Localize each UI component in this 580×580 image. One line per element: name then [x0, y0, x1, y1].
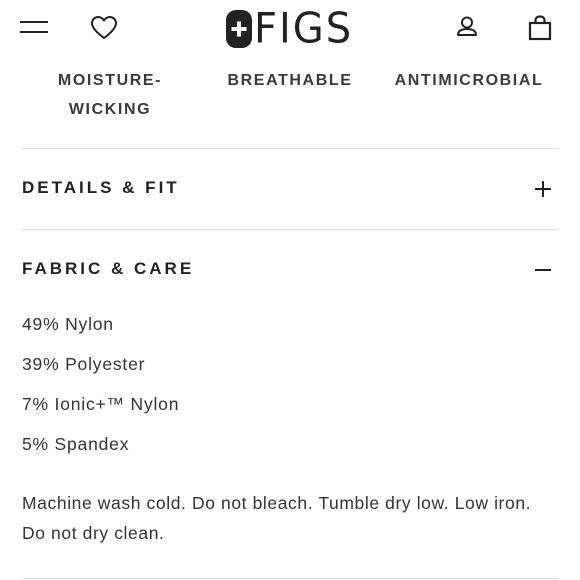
site-header: FIGS — [0, 0, 580, 58]
divider — [22, 148, 558, 149]
plus-icon[interactable] — [534, 180, 552, 198]
accordion-title: DETAILS & FIT — [22, 178, 180, 197]
feature-moisture-wicking: MOISTURE-WICKING — [57, 72, 163, 118]
fabric-composition-item: 49% Nylon — [22, 314, 114, 334]
menu-line-bottom — [20, 31, 48, 33]
care-instructions: Machine wash cold. Do not bleach. Tumble… — [22, 493, 532, 543]
brand-logo[interactable]: FIGS — [226, 4, 356, 54]
accordion-fabric-care[interactable]: FABRIC & CARE — [22, 251, 558, 291]
fabric-composition-item: 5% Spandex — [22, 434, 130, 454]
feature-antimicrobial: ANTIMICROBIAL — [394, 72, 544, 89]
fabric-composition-item: 7% Ionic+™ Nylon — [22, 394, 180, 414]
shopping-bag-icon[interactable] — [527, 14, 553, 42]
user-icon[interactable] — [454, 14, 480, 40]
logo-cross-mark — [226, 10, 252, 48]
feature-breathable: BREATHABLE — [227, 72, 353, 89]
fabric-composition-item: 39% Polyester — [22, 354, 146, 374]
heart-icon[interactable] — [90, 14, 118, 42]
divider — [22, 229, 558, 230]
product-details-page: FIGS MOISTURE-WICKING BREATHABLE ANTIMIC… — [0, 0, 580, 580]
accordion-title: FABRIC & CARE — [22, 259, 195, 278]
divider — [22, 578, 558, 579]
accordion-details-fit[interactable]: DETAILS & FIT — [22, 170, 558, 210]
minus-icon[interactable] — [534, 261, 552, 279]
hamburger-menu-icon[interactable] — [20, 18, 50, 38]
menu-line-top — [20, 21, 48, 23]
brand-name: FIGS — [254, 4, 354, 54]
